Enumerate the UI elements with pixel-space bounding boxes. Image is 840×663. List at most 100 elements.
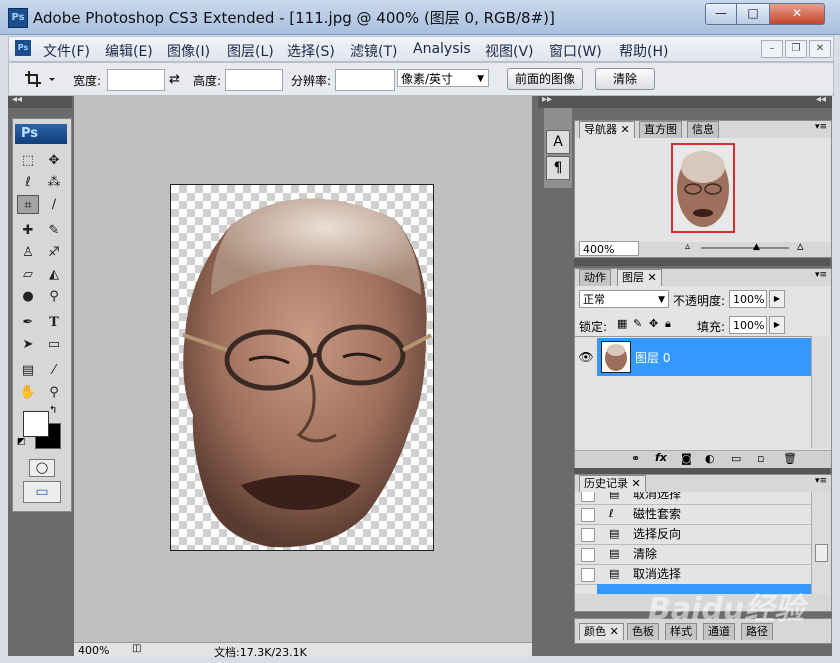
close-icon[interactable]: ✕ [621,123,630,136]
hand-tool-icon[interactable]: ✋ [17,383,39,402]
history-checkbox[interactable] [581,568,595,582]
type-tool-icon[interactable]: T [43,313,65,332]
tab-layers[interactable]: 图层 ✕ [617,269,662,286]
panel-splitter[interactable] [574,258,830,266]
toolbox-header[interactable]: ◂◂ [8,94,72,108]
toolbox-logo[interactable]: Ps [15,124,67,144]
panel-menu-icon[interactable]: ▾≡ [815,122,827,132]
dodge-tool-icon[interactable]: ⚲ [43,287,65,306]
notes-tool-icon[interactable]: ▤ [17,361,39,380]
history-checkbox[interactable] [581,508,595,522]
pen-tool-icon[interactable]: ✒ [17,313,39,332]
menu-view[interactable]: 视图(V) [485,41,534,61]
doc-restore-button[interactable]: ❐ [785,40,807,58]
history-checkbox[interactable] [581,528,595,542]
crop-tool-icon[interactable]: ⌗ [17,195,39,214]
collapse-icon[interactable]: ▸▸ [542,94,552,105]
clone-stamp-tool-icon[interactable]: ♙ [17,243,39,262]
path-selection-tool-icon[interactable]: ➤ [17,335,39,354]
marquee-tool-icon[interactable]: ⬚ [17,151,39,170]
height-input[interactable] [225,69,283,91]
resolution-unit-select[interactable]: 像素/英寸 ▼ [397,69,489,87]
opacity-input[interactable]: 100% [729,290,767,308]
healing-brush-tool-icon[interactable]: ✚ [17,221,39,240]
group-icon[interactable]: ▭ [731,452,741,465]
history-brush-tool-icon[interactable]: ♐ [43,243,65,262]
lock-all-icon[interactable]: 🔒︎ [665,317,671,331]
tab-color[interactable]: 颜色 ✕ [579,623,624,640]
adjustment-icon[interactable]: ◐ [705,452,715,465]
character-panel-icon[interactable]: A [546,130,570,154]
tab-histogram[interactable]: 直方图 [639,121,682,138]
menu-layer[interactable]: 图层(L) [227,41,274,61]
blur-tool-icon[interactable]: ● [17,287,39,306]
history-checkbox[interactable] [581,548,595,562]
link-icon[interactable]: ⚭ [631,452,640,465]
history-scrollbar[interactable] [811,492,830,594]
tab-navigator[interactable]: 导航器 ✕ [579,121,635,138]
history-item[interactable]: ▤ 选择反向 [575,524,811,545]
menu-select[interactable]: 选择(S) [287,41,335,61]
mask-icon[interactable]: ◙ [681,452,692,465]
panel-menu-icon[interactable]: ▾≡ [815,476,827,486]
status-menu-icon[interactable]: ◫ [132,643,141,654]
lock-pixels-icon[interactable]: ✎ [633,317,642,330]
swap-icon[interactable]: ⇄ [169,72,180,87]
clear-button[interactable]: 清除 [595,68,655,90]
history-item[interactable]: ℓ 磁性套索 [575,504,811,525]
menu-image[interactable]: 图像(I) [167,41,210,61]
tab-info[interactable]: 信息 [687,121,719,138]
history-checkbox[interactable] [581,492,595,502]
quick-mask-icon[interactable]: ◯ [29,459,55,477]
tab-actions[interactable]: 动作 [579,269,611,286]
expand-icon[interactable]: ◂◂ [816,94,826,105]
history-item[interactable]: ▤ 清除 [575,544,811,565]
move-tool-icon[interactable]: ✥ [43,151,65,170]
eraser-tool-icon[interactable]: ▱ [17,265,39,284]
blend-mode-select[interactable]: 正常 ▼ [579,290,669,308]
menu-file[interactable]: 文件(F) [43,41,90,61]
magic-wand-tool-icon[interactable]: ⁂ [43,173,65,192]
layer-row[interactable]: 图层 0 [597,338,811,376]
menu-filter[interactable]: 滤镜(T) [350,41,397,61]
layers-scrollbar[interactable] [811,336,830,448]
tool-preset-picker[interactable] [23,69,59,89]
menu-analysis[interactable]: Analysis [413,41,471,57]
eyedropper-tool-icon[interactable]: ⁄ [43,361,65,380]
new-layer-icon[interactable]: ▫ [757,452,764,465]
menu-window[interactable]: 窗口(W) [549,41,602,61]
zoom-slider[interactable] [701,247,789,249]
width-input[interactable] [107,69,165,91]
navigator-thumbnail[interactable] [671,143,735,233]
tab-history[interactable]: 历史记录 ✕ [579,475,646,492]
photoshop-app-icon[interactable]: Ps [8,8,28,28]
fill-input[interactable]: 100% [729,316,767,334]
zoom-level[interactable]: 400% [78,644,109,657]
close-icon[interactable]: ✕ [648,271,657,284]
trash-icon[interactable]: 🗑︎ [783,452,797,465]
menu-help[interactable]: 帮助(H) [619,41,668,61]
paragraph-panel-icon[interactable]: ¶ [546,156,570,180]
document-icon[interactable]: Ps [15,40,31,56]
doc-minimize-button[interactable]: – [761,40,783,58]
default-colors-icon[interactable]: ◩ [17,437,26,447]
lasso-tool-icon[interactable]: ℓ [17,173,39,192]
swap-colors-icon[interactable]: ↰ [49,405,57,416]
panel-dock-header[interactable]: ▸▸ ◂◂ [538,94,832,108]
maximize-button[interactable]: □ [736,3,770,25]
fx-icon[interactable]: fx [655,451,667,464]
brush-tool-icon[interactable]: ✎ [43,221,65,240]
title-bar[interactable]: Ps Adobe Photoshop CS3 Extended - [111.j… [0,0,840,35]
lock-position-icon[interactable]: ✥ [649,317,658,330]
minimize-button[interactable]: — [705,3,737,25]
opacity-arrow-icon[interactable]: ▶ [769,290,785,308]
navigator-zoom-input[interactable]: 400% [579,241,639,256]
zoom-slider-handle[interactable]: ▲ [753,242,760,252]
visibility-eye-icon[interactable]: 👁︎ [577,338,595,376]
history-item[interactable]: ▤ 取消选择 [575,564,811,585]
panel-menu-icon[interactable]: ▾≡ [815,270,827,280]
paint-bucket-tool-icon[interactable]: ◭ [43,265,65,284]
resolution-input[interactable] [335,69,395,91]
front-image-button[interactable]: 前面的图像 [507,68,583,90]
zoom-out-icon[interactable]: ▵ [685,241,690,252]
